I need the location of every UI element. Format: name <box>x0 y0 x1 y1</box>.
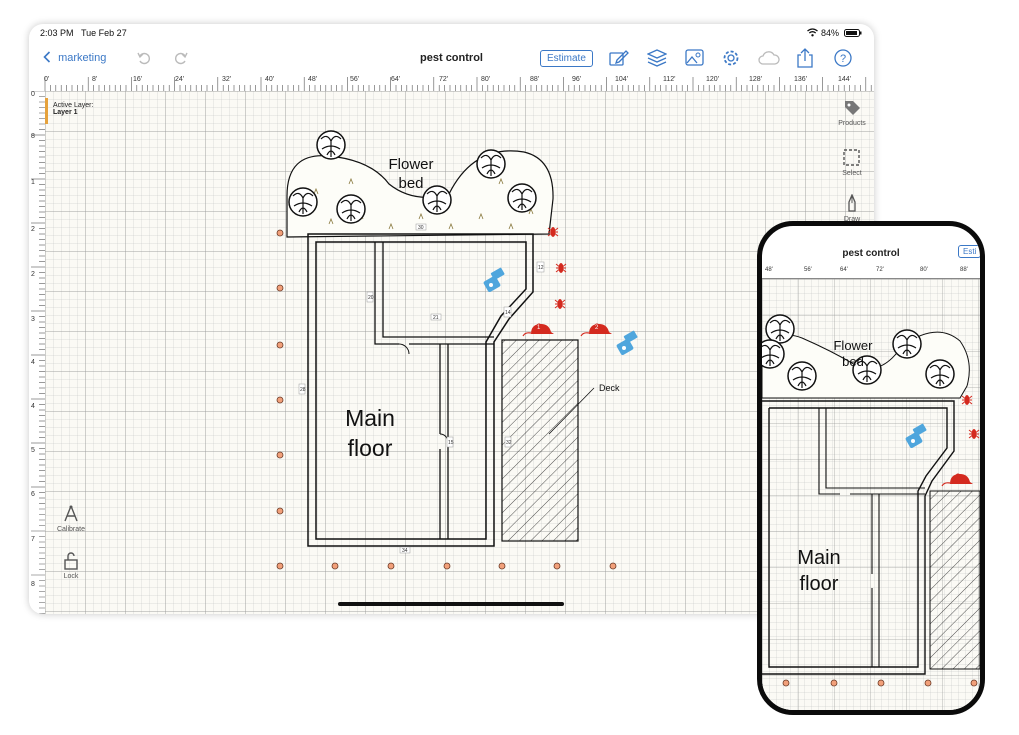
rat-icon[interactable] <box>941 472 974 487</box>
tree-icon[interactable] <box>925 359 955 389</box>
svg-text:28: 28 <box>300 387 306 393</box>
main-floor-label: floor <box>348 435 393 461</box>
tree-icon[interactable] <box>507 183 537 213</box>
tree-icon[interactable] <box>892 329 922 359</box>
trap-icon[interactable] <box>482 267 505 293</box>
tablet-window: 2:03 PM Tue Feb 27 84% marketing pest co… <box>29 24 874 614</box>
svg-text:14: 14 <box>505 310 511 316</box>
phone-window: pest control Esti 48' 56' 64' 72' 80' 88… <box>757 221 985 715</box>
bug-icon[interactable] <box>555 262 567 274</box>
floor-plan[interactable]: Flower bed Deck Main floor 30 20 21 12 2… <box>29 24 874 614</box>
phone-main-floor-label: Main <box>797 547 840 569</box>
tree-icon[interactable] <box>316 130 346 160</box>
svg-text:30: 30 <box>418 225 424 231</box>
flower-bed-label: Flower <box>388 156 433 173</box>
tree-icon[interactable] <box>787 361 817 391</box>
svg-text:20: 20 <box>368 295 374 301</box>
tree-icon[interactable] <box>336 194 366 224</box>
trap-icon[interactable] <box>615 330 638 356</box>
phone-flower-bed-label: Flower <box>833 338 873 353</box>
trap-icon[interactable] <box>904 423 927 449</box>
svg-text:12: 12 <box>538 265 544 271</box>
home-indicator <box>338 602 564 606</box>
tree-icon[interactable] <box>422 185 452 215</box>
phone-main-floor-label: floor <box>800 573 839 595</box>
bait-stations[interactable] <box>782 679 978 687</box>
bug-icon[interactable] <box>968 428 980 440</box>
tree-icon[interactable] <box>288 187 318 217</box>
deck-area[interactable] <box>501 339 579 542</box>
svg-text:34: 34 <box>402 548 408 554</box>
svg-text:15: 15 <box>448 440 454 446</box>
tree-icon[interactable] <box>476 149 506 179</box>
house-outer-wall[interactable] <box>307 233 534 547</box>
svg-text:32: 32 <box>506 440 512 446</box>
phone-floor-plan[interactable]: Flower bed Main floor <box>762 226 980 710</box>
bug-icon[interactable] <box>961 394 973 406</box>
deck-label: Deck <box>599 383 620 393</box>
main-floor-label: Main <box>345 405 395 431</box>
phone-flower-bed-label: bed <box>842 354 864 369</box>
flower-bed-label: bed <box>398 175 423 192</box>
svg-text:21: 21 <box>433 315 439 321</box>
bug-icon[interactable] <box>554 298 566 310</box>
tree-icon[interactable] <box>765 314 795 344</box>
tree-icon[interactable] <box>762 339 785 369</box>
